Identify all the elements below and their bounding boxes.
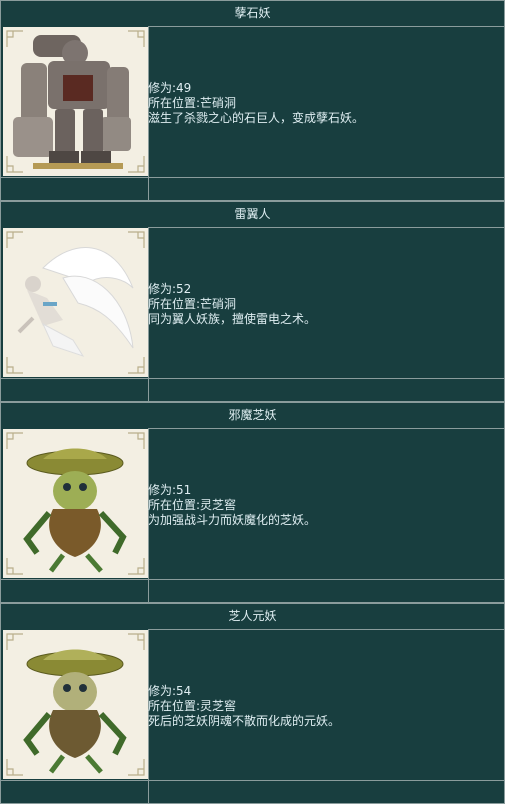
monster-info-cell: 修为:49 所在位置:芒硝洞 滋生了杀戮之心的石巨人，变成孽石妖。 [147, 26, 505, 178]
monster-info-cell: 修为:52 所在位置:芒硝洞 同为翼人妖族，擅使雷电之术。 [147, 227, 505, 379]
monster-info-cell: 修为:54 所在位置:灵芝窖 死后的芝妖阴魂不散而化成的元妖。 [147, 629, 505, 781]
monster-card: 雷翼人 修为:52 所在位置:芒硝洞 同为翼人妖族，擅使雷电之术。 [0, 201, 505, 402]
monster-name: 孽石妖 [0, 0, 505, 27]
monster-name: 芝人元妖 [0, 603, 505, 630]
monster-description: 同为翼人妖族，擅使雷电之术。 [148, 312, 317, 326]
monster-description: 死后的芝妖阴魂不散而化成的元妖。 [148, 714, 341, 728]
monster-image-cell [0, 428, 149, 580]
footer-cell [0, 379, 149, 402]
monster-name: 邪魔芝妖 [0, 402, 505, 429]
mushroom-demon-portrait [3, 429, 148, 578]
stone-golem-portrait [3, 27, 148, 176]
monster-card: 孽石妖 修为:49 所在位置:芒硝洞 滋生了杀戮之心的石巨人，变成孽石妖。 [0, 0, 505, 201]
mushroom-spirit-portrait [3, 630, 148, 779]
monster-location: 所在位置:灵芝窖 [148, 699, 237, 713]
monster-card: 邪魔芝妖 修为:51 所在位置:灵芝窖 为加强战斗力而妖魔化的芝妖。 [0, 402, 505, 603]
monster-list: 孽石妖 修为:49 所在位置:芒硝洞 滋生了杀戮之心的石巨人，变成孽石妖。 雷翼… [0, 0, 505, 804]
footer-cell [147, 178, 505, 201]
monster-level: 修为:51 [148, 483, 192, 497]
footer-cell [0, 178, 149, 201]
monster-name: 雷翼人 [0, 201, 505, 228]
monster-description: 为加强战斗力而妖魔化的芝妖。 [148, 513, 317, 527]
monster-image-cell [0, 26, 149, 178]
monster-location: 所在位置:芒硝洞 [148, 96, 237, 110]
monster-level: 修为:52 [148, 282, 192, 296]
footer-cell [147, 379, 505, 402]
footer-cell [147, 580, 505, 603]
monster-location: 所在位置:芒硝洞 [148, 297, 237, 311]
monster-level: 修为:49 [148, 81, 192, 95]
monster-level: 修为:54 [148, 684, 192, 698]
footer-cell [0, 580, 149, 603]
monster-image-cell [0, 629, 149, 781]
monster-card: 芝人元妖 修为:54 所在位置:灵芝窖 死后的芝妖阴魂不散而化成的元妖。 [0, 603, 505, 804]
monster-info-cell: 修为:51 所在位置:灵芝窖 为加强战斗力而妖魔化的芝妖。 [147, 428, 505, 580]
monster-image-cell [0, 227, 149, 379]
winged-thunder-man-portrait [3, 228, 148, 377]
monster-description: 滋生了杀戮之心的石巨人，变成孽石妖。 [148, 111, 365, 125]
monster-location: 所在位置:灵芝窖 [148, 498, 237, 512]
footer-cell [0, 781, 149, 804]
footer-cell [147, 781, 505, 804]
